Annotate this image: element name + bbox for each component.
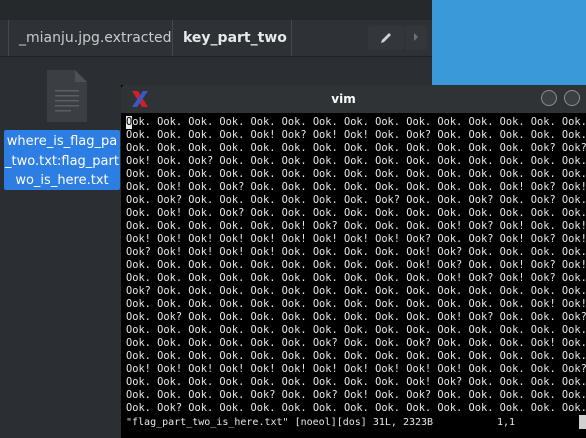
vim-line: Ook. Ook! Ook. Ook? Ook. Ook. Ook. Ook. … [126,181,586,193]
divider [0,56,432,57]
vim-line: Ook. Ook. Ook. Ook. Ook. Ook. Ook. Ook. … [126,298,586,310]
vim-line: Ook. Ook. Ook. Ook. Ook. Ook. Ook. Ook. … [126,168,586,180]
edit-path-button[interactable] [368,26,404,50]
vim-line: Ook! Ook! Ook! Ook! Ook! Ook! Ook! Ook! … [126,233,586,245]
vim-line: Ook. Ook. Ook. Ook. Ook? Ook. Ook? Ook! … [126,389,586,401]
vim-buffer[interactable]: Ook. Ook. Ook. Ook. Ook. Ook. Ook. Ook. … [126,116,586,416]
vim-line: Ook. Ook! Ook. Ook? Ook. Ook. Ook. Ook. … [126,207,586,219]
chevron-right-icon [414,33,418,41]
breadcrumb-key-part-two[interactable]: key_part_two [172,20,292,56]
vim-cursor-position: 1,1 [497,417,516,428]
vim-line: Ook. Ook. Ook. Ook. Ook. Ook. Ook. Ook. … [126,142,586,154]
vim-line: Ook. Ook. Ook. Ook. Ook. Ook. Ook? Ook. … [126,337,586,349]
vim-line: Ook. Ook. Ook. Ook. Ook. Ook! Ook? Ook. … [126,220,586,232]
vim-line: Ook! Ook. Ook? Ook. Ook. Ook. Ook. Ook. … [126,155,586,167]
vim-window[interactable]: vim Ook. Ook. Ook. Ook. Ook. Ook. Ook. O… [121,85,586,438]
file-name-line: wo_is_here.txt [15,173,109,188]
minimize-button[interactable] [541,90,557,106]
file-manager-topbar [0,0,432,20]
vim-line: Ook. Ook. Ook. Ook. Ook. Ook. Ook. Ook. … [126,376,586,388]
vim-line: Ook. Ook. Ook. Ook. Ook. Ook. Ook. Ook. … [126,259,586,271]
file-name-line: _two.txt:flag_part [5,153,119,169]
vim-line: Ook. Ook. Ook. Ook. Ook! Ook? Ook! Ook! … [126,129,586,141]
scroll-indicator [579,415,586,429]
vim-line: Ook. Ook. Ook. Ook. Ook. Ook. Ook. Ook. … [126,324,586,336]
vim-line: Ook? Ook! Ook! Ook! Ook! Ook. Ook. Ook. … [126,246,586,258]
vim-line: Ook. Ook. Ook. Ook. Ook. Ook. Ook. Ook. … [126,116,586,128]
file-name-label[interactable]: where_is_flag_pa _two.txt:flag_part wo_i… [4,130,120,190]
vim-line: Ook. Ook? Ook. Ook. Ook. Ook. Ook. Ook. … [126,402,586,414]
file-name-line: where_is_flag_pa [6,134,118,149]
vim-line: Ook. Ook? Ook. Ook. Ook. Ook. Ook. Ook. … [126,194,586,206]
breadcrumb-mianju-extracted[interactable]: _mianju.jpg.extracted [8,20,171,56]
vim-line: Ook. Ook. Ook. Ook. Ook. Ook. Ook. Ook. … [126,272,586,284]
window-title: vim [331,92,356,106]
close-button[interactable] [564,90,580,106]
vim-line: Ook. Ook? Ook. Ook. Ook. Ook. Ook. Ook. … [126,311,586,323]
vim-line: Ook? Ook. Ook. Ook. Ook. Ook. Ook. Ook. … [126,285,586,297]
vim-line: Ook! Ook! Ook! Ook! Ook! Ook! Ook! Ook! … [126,363,586,375]
pencil-icon [381,33,391,43]
text-file-icon [47,70,87,122]
vim-titlebar[interactable]: vim [121,85,586,113]
text-cursor [126,116,132,129]
path-next-button[interactable] [405,26,427,50]
vim-line: Ook. Ook. Ook. Ook. Ook. Ook. Ook. Ook. … [126,350,586,362]
